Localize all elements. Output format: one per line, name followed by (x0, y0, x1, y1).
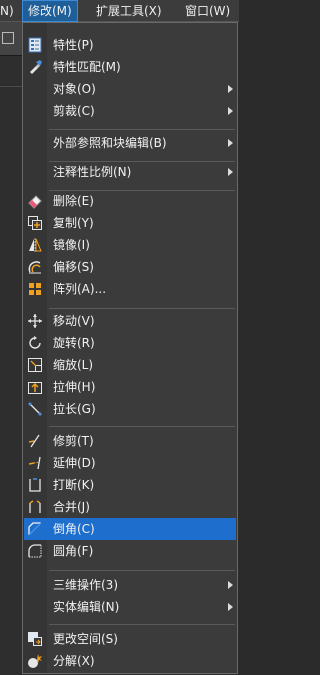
submenu-arrow-icon (228, 139, 233, 147)
menu-item-extend[interactable]: 延伸(D) (23, 452, 237, 474)
menu-item-fillet[interactable]: 圆角(F) (23, 540, 237, 562)
menu-item-label: 特性(P) (53, 38, 94, 52)
menu-item-move[interactable]: 移动(V) (23, 310, 237, 332)
menu-item-rotate[interactable]: 旋转(R) (23, 332, 237, 354)
menu-item-label: 分解(X) (53, 654, 95, 668)
menubar-item-window[interactable]: 窗口(W) (185, 0, 230, 22)
fillet-icon (28, 544, 42, 558)
menu-item-explode[interactable]: 分解(X) (23, 650, 237, 672)
array-icon (29, 283, 41, 295)
stretch-icon (28, 382, 42, 394)
chamfer-icon (28, 522, 42, 536)
erase-icon (28, 195, 42, 209)
menu-item-label: 复制(Y) (53, 216, 94, 230)
menu-item-mirror[interactable]: 镜像(I) (23, 234, 237, 256)
menu-item-erase[interactable]: 删除(E) (23, 190, 237, 212)
menu-item-label: 旋转(R) (53, 336, 95, 350)
move-icon (28, 314, 42, 328)
menu-item-label: 更改空间(S) (53, 632, 118, 646)
menu-item-properties[interactable]: 特性(P) (23, 34, 237, 56)
menu-item-offset[interactable]: 偏移(S) (23, 256, 237, 278)
toolbar-divider (0, 86, 22, 87)
menu-item-label: 偏移(S) (53, 260, 94, 274)
menu-item-label: 打断(K) (53, 478, 95, 492)
break-icon (29, 478, 41, 492)
menu-item-object[interactable]: 对象(O) (23, 78, 237, 100)
submenu-arrow-icon (228, 581, 233, 589)
menu-item-label: 倒角(C) (53, 522, 95, 536)
menu-item-break[interactable]: 打断(K) (23, 474, 237, 496)
menu-separator (49, 624, 235, 625)
menu-item-label: 外部参照和块编辑(B) (53, 136, 167, 150)
menu-item-label: 对象(O) (53, 82, 96, 96)
rotate-icon (29, 336, 41, 349)
menu-item-solid-editing[interactable]: 实体编辑(N) (23, 596, 237, 618)
menu-item-join[interactable]: 合并(J) (23, 496, 237, 518)
menu-item-label: 删除(E) (53, 194, 94, 208)
menu-item-copy[interactable]: 复制(Y) (23, 212, 237, 234)
menu-item-label: 合并(J) (53, 500, 90, 514)
menu-item-xref-block-edit[interactable]: 外部参照和块编辑(B) (23, 132, 237, 154)
scale-icon (28, 358, 42, 372)
menu-item-scale[interactable]: 缩放(L) (23, 354, 237, 376)
menu-item-stretch[interactable]: 拉伸(H) (23, 376, 237, 398)
menu-item-lengthen[interactable]: 拉长(G) (23, 398, 237, 420)
menubar-item-modify[interactable]: 修改(M) (22, 0, 78, 22)
trim-icon (28, 434, 40, 448)
menu-item-label: 注释性比例(N) (53, 165, 132, 179)
menu-bar: N) 修改(M) 扩展工具(X) 窗口(W) (0, 0, 239, 22)
menu-item-label: 实体编辑(N) (53, 600, 120, 614)
menu-item-label: 拉长(G) (53, 402, 96, 416)
menu-item-match-properties[interactable]: 特性匹配(M) (23, 56, 237, 78)
explode-icon (28, 654, 42, 668)
menu-item-label: 三维操作(3) (53, 578, 118, 592)
menu-item-chamfer[interactable]: 倒角(C) (24, 518, 236, 540)
menu-item-label: 修剪(T) (53, 434, 94, 448)
drawing-workspace (0, 22, 22, 675)
menu-item-trim[interactable]: 修剪(T) (23, 430, 237, 452)
menu-item-label: 拉伸(H) (53, 380, 96, 394)
menu-item-label: 剪裁(C) (53, 104, 95, 118)
menu-item-3d-operations[interactable]: 三维操作(3) (23, 574, 237, 596)
extend-icon (28, 456, 41, 470)
menu-separator (49, 308, 235, 309)
menu-item-label: 延伸(D) (53, 456, 96, 470)
menu-item-change-space[interactable]: 更改空间(S) (23, 628, 237, 650)
offset-icon (28, 261, 41, 274)
modify-dropdown-menu: 特性(P) 特性匹配(M) 对象(O) 剪裁(C) 外部参照和块编辑(B) 注释… (22, 22, 238, 674)
join-icon (29, 500, 41, 513)
mirror-icon (29, 238, 42, 252)
menu-item-label: 阵列(A)... (53, 282, 107, 296)
lengthen-icon (28, 402, 42, 416)
menubar-item-partial[interactable]: N) (0, 0, 14, 22)
menu-item-annotation-scale[interactable]: 注释性比例(N) (23, 161, 237, 183)
menu-item-array[interactable]: 阵列(A)... (23, 278, 237, 300)
copy-icon (28, 216, 42, 230)
menu-separator (49, 570, 235, 571)
submenu-arrow-icon (228, 168, 233, 176)
menu-item-label: 镜像(I) (53, 238, 90, 252)
menu-item-label: 缩放(L) (53, 358, 94, 372)
menu-item-label: 移动(V) (53, 314, 95, 328)
submenu-arrow-icon (228, 603, 233, 611)
menu-item-label: 特性匹配(M) (53, 60, 121, 74)
menubar-item-extension-tools[interactable]: 扩展工具(X) (96, 0, 162, 22)
menu-item-clip[interactable]: 剪裁(C) (23, 100, 237, 122)
menu-separator (49, 426, 235, 427)
change-space-icon (28, 632, 42, 646)
toolbar-button[interactable] (2, 32, 14, 44)
match-properties-icon (30, 60, 42, 74)
properties-icon (28, 37, 42, 53)
submenu-arrow-icon (228, 85, 233, 93)
menu-item-label: 圆角(F) (53, 544, 94, 558)
submenu-arrow-icon (228, 107, 233, 115)
menu-separator (49, 129, 235, 130)
